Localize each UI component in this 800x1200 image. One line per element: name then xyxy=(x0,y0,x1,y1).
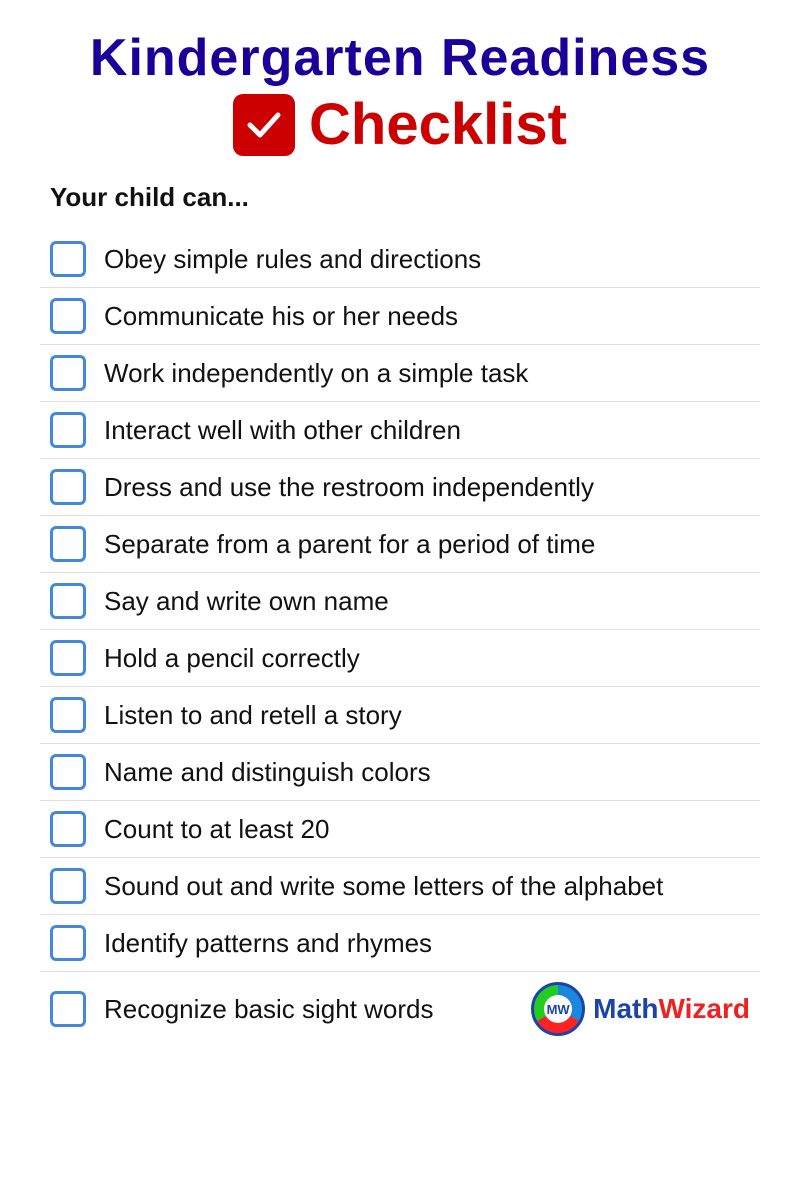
logo-area: MWMathWizard xyxy=(531,982,750,1036)
item-text: Obey simple rules and directions xyxy=(104,244,750,275)
list-item: Dress and use the restroom independently xyxy=(40,459,760,516)
list-item: Identify patterns and rhymes xyxy=(40,915,760,972)
item-text: Say and write own name xyxy=(104,586,750,617)
subtitle: Your child can... xyxy=(50,182,760,213)
title-line2: Checklist xyxy=(40,91,760,158)
checkmark-icon xyxy=(233,94,295,156)
list-item: Say and write own name xyxy=(40,573,760,630)
item-text: Interact well with other children xyxy=(104,415,750,446)
checkbox-item-6[interactable] xyxy=(50,526,86,562)
checkbox-item-2[interactable] xyxy=(50,298,86,334)
item-text: Recognize basic sight words xyxy=(104,994,513,1025)
item-text: Hold a pencil correctly xyxy=(104,643,750,674)
page-header: Kindergarten Readiness Checklist xyxy=(40,30,760,158)
list-item: Work independently on a simple task xyxy=(40,345,760,402)
checklist-title: Checklist xyxy=(309,91,567,158)
list-item: Name and distinguish colors xyxy=(40,744,760,801)
checkbox-item-1[interactable] xyxy=(50,241,86,277)
checkbox-item-8[interactable] xyxy=(50,640,86,676)
list-item: Interact well with other children xyxy=(40,402,760,459)
checklist: Obey simple rules and directions Communic… xyxy=(40,231,760,1046)
item-text: Count to at least 20 xyxy=(104,814,750,845)
list-item: Obey simple rules and directions xyxy=(40,231,760,288)
item-text: Communicate his or her needs xyxy=(104,301,750,332)
checkbox-item-9[interactable] xyxy=(50,697,86,733)
item-text: Sound out and write some letters of the … xyxy=(104,871,750,902)
list-item: Communicate his or her needs xyxy=(40,288,760,345)
item-text: Listen to and retell a story xyxy=(104,700,750,731)
list-item: Recognize basic sight words MWMathWizard xyxy=(40,972,760,1046)
checkbox-item-3[interactable] xyxy=(50,355,86,391)
checkbox-item-12[interactable] xyxy=(50,868,86,904)
checkbox-item-10[interactable] xyxy=(50,754,86,790)
item-text: Identify patterns and rhymes xyxy=(104,928,750,959)
logo-text: MathWizard xyxy=(593,993,750,1025)
list-item: Count to at least 20 xyxy=(40,801,760,858)
checkbox-item-5[interactable] xyxy=(50,469,86,505)
list-item: Hold a pencil correctly xyxy=(40,630,760,687)
item-text: Separate from a parent for a period of t… xyxy=(104,529,750,560)
list-item: Sound out and write some letters of the … xyxy=(40,858,760,915)
checkbox-item-13[interactable] xyxy=(50,925,86,961)
checkbox-item-14[interactable] xyxy=(50,991,86,1027)
item-text: Dress and use the restroom independently xyxy=(104,472,750,503)
list-item: Separate from a parent for a period of t… xyxy=(40,516,760,573)
list-item: Listen to and retell a story xyxy=(40,687,760,744)
checkbox-item-7[interactable] xyxy=(50,583,86,619)
logo-icon: MW xyxy=(531,982,585,1036)
checkbox-item-11[interactable] xyxy=(50,811,86,847)
checkbox-item-4[interactable] xyxy=(50,412,86,448)
item-text: Work independently on a simple task xyxy=(104,358,750,389)
title-line1: Kindergarten Readiness xyxy=(40,30,760,87)
item-text: Name and distinguish colors xyxy=(104,757,750,788)
